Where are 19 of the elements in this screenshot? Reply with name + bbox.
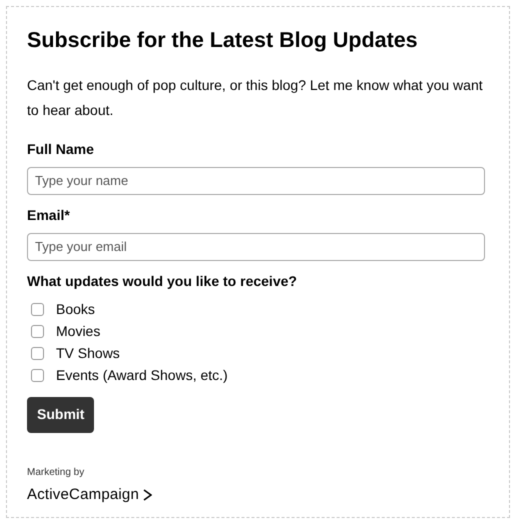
field-label: Full Name	[27, 140, 95, 159]
checkbox[interactable]	[31, 303, 44, 316]
option-label: Books	[56, 300, 95, 320]
field-label: Email*	[27, 206, 71, 225]
input-field[interactable]: Type your email	[27, 232, 485, 261]
option-label: Events (Award Shows, etc.)	[56, 366, 228, 386]
checkbox[interactable]	[31, 325, 44, 338]
form-title: Subscribe for the Latest Blog Updates	[27, 27, 419, 54]
question-label: What updates would you like to receive?	[27, 272, 298, 291]
brand-logo[interactable]: ActiveCampaign	[27, 484, 140, 506]
option-label: TV Shows	[56, 344, 120, 364]
marketing-caption: Marketing by	[27, 466, 86, 480]
checkbox[interactable]	[31, 369, 44, 382]
submit-button[interactable]: Submit	[27, 396, 94, 433]
intro-text: Can't get enough of pop culture, or this blog? Let me know what you want to hear about.	[27, 76, 484, 120]
checkbox[interactable]	[31, 347, 44, 360]
chevron-icon	[143, 489, 152, 502]
option-label: Movies	[56, 322, 100, 342]
input-field[interactable]: Type your name	[27, 166, 485, 195]
